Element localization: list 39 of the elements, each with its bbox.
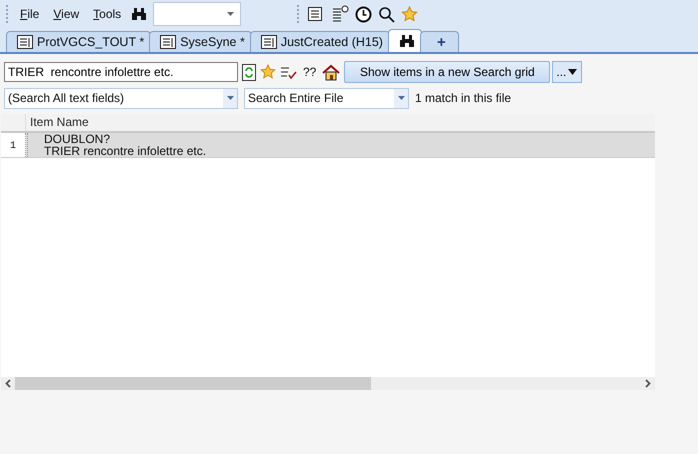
search-field[interactable]: TRIER rencontre infolettre etc. [4,62,238,82]
new-tab-button[interactable]: + [420,31,459,52]
list-clock-icon[interactable] [331,5,350,23]
search-icon[interactable] [378,6,396,22]
refresh-icon[interactable] [242,64,256,80]
tab[interactable]: JustCreated (H15) [250,31,390,52]
caret-icon [226,96,234,100]
star-icon[interactable] [260,64,276,80]
grid-icon [17,35,33,49]
binoculars-icon [398,34,415,48]
caret-icon [568,69,578,75]
caret-icon [227,12,234,16]
grid-row[interactable]: 1 DOUBLON? TRIER rencontre infolettre etc. [1,133,655,158]
clock-icon[interactable] [355,6,372,22]
more-button[interactable]: ... [552,61,582,83]
checklist-icon[interactable] [280,64,297,80]
menu-item[interactable]: View [49,7,84,21]
table-cell: DOUBLON? TRIER rencontre infolettre etc. [27,133,206,157]
column-header[interactable]: Item Name [26,114,89,131]
star-icon[interactable] [401,6,418,22]
tab[interactable]: ProtVGCS_TOUT * [6,31,152,52]
scroll-right-icon[interactable] [645,379,651,388]
scrollbar-thumb[interactable] [15,377,371,390]
field-scope-dropdown[interactable]: (Search All text fields) [4,88,238,108]
binoculars-icon[interactable] [131,7,148,21]
menu-item[interactable]: Tools [89,7,126,21]
menu-item[interactable]: File [16,7,44,21]
result-count: 1 match in this file [415,91,512,105]
show-in-grid-button[interactable]: Show items in a new Search grid [344,61,550,83]
scroll-left-icon[interactable] [5,379,11,388]
tab[interactable] [388,29,422,52]
grid-icon [160,35,176,49]
help-button[interactable]: ?? [301,65,318,79]
tab[interactable]: SyseSyne * [149,31,252,52]
row-number: 1 [1,133,26,157]
file-scope-dropdown[interactable]: Search Entire File [244,88,409,108]
grid-icon [260,35,277,49]
caret-icon [398,96,404,100]
home-icon[interactable] [322,64,340,80]
